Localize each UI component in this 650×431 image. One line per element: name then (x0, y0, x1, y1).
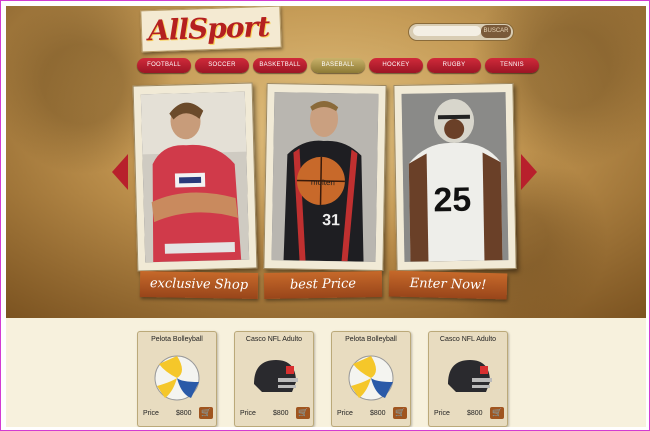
ball-brand-text: molten (311, 178, 335, 187)
price-value: $800 (467, 410, 483, 417)
price-value: $800 (176, 410, 192, 417)
category-nav: FOOTBALL SOCCER BASKETBALL BASEBALL HOCK… (137, 58, 539, 74)
product-title: Casco NFL Adulto (439, 336, 497, 343)
page-frame: AllSport BUSCAR FOOTBALL SOCCER BASKETBA… (0, 0, 650, 431)
price-label: Price (240, 410, 256, 417)
product-section: Pelota Bolleyball Price $800 🛒 Casco NFL… (6, 318, 646, 427)
logo-text: AllSport (147, 9, 270, 48)
product-card[interactable]: Pelota Bolleyball Price $800 🛒 (331, 331, 411, 427)
football-player-photo: 25 (401, 92, 509, 262)
search-button[interactable]: BUSCAR (481, 25, 511, 38)
page-canvas: AllSport BUSCAR FOOTBALL SOCCER BASKETBA… (6, 6, 646, 427)
banner-exclusive-shop[interactable]: exclusive Shop (139, 270, 259, 300)
product-title: Casco NFL Adulto (245, 336, 303, 343)
nav-item-basketball[interactable]: BASKETBALL (253, 58, 307, 73)
hero-section: AllSport BUSCAR FOOTBALL SOCCER BASKETBA… (6, 6, 646, 318)
nav-item-hockey[interactable]: HOCKEY (369, 58, 423, 73)
cart-icon[interactable]: 🛒 (296, 407, 310, 419)
banner-enter-now[interactable]: Enter Now! (388, 270, 508, 300)
helmet-icon (254, 360, 298, 392)
shorts-number: 31 (322, 212, 340, 229)
slider-next-arrow-icon[interactable] (521, 154, 537, 190)
site-logo[interactable]: AllSport (140, 6, 282, 53)
price-label: Price (337, 410, 353, 417)
search-bar: BUSCAR (408, 23, 514, 41)
cart-icon[interactable]: 🛒 (393, 407, 407, 419)
promo-card-basketball[interactable]: molten 31 (263, 82, 387, 272)
nav-item-soccer[interactable]: SOCCER (195, 58, 249, 73)
product-title: Pelota Bolleyball (345, 336, 397, 343)
promo-card-baseball[interactable] (132, 82, 258, 272)
price-label: Price (434, 410, 450, 417)
promo-card-football[interactable]: 25 (393, 82, 517, 272)
jersey-number: 25 (433, 181, 471, 220)
volleyball-icon (348, 355, 394, 401)
nav-item-tennis[interactable]: TENNIS (485, 58, 539, 73)
helmet-icon (448, 360, 492, 392)
volleyball-icon (154, 355, 200, 401)
cart-icon[interactable]: 🛒 (490, 407, 504, 419)
price-label: Price (143, 410, 159, 417)
nav-item-football[interactable]: FOOTBALL (137, 58, 191, 73)
search-input[interactable] (413, 26, 481, 36)
price-value: $800 (273, 410, 289, 417)
nav-item-rugby[interactable]: RUGBY (427, 58, 481, 73)
cart-icon[interactable]: 🛒 (199, 407, 213, 419)
nav-item-baseball[interactable]: BASEBALL (311, 58, 365, 73)
product-card[interactable]: Casco NFL Adulto Price $800 🛒 (234, 331, 314, 427)
product-card[interactable]: Casco NFL Adulto Price $800 🛒 (428, 331, 508, 427)
baseball-player-photo (140, 91, 250, 263)
slider-prev-arrow-icon[interactable] (112, 154, 128, 190)
basketball-player-photo: molten 31 (271, 92, 379, 262)
product-card[interactable]: Pelota Bolleyball Price $800 🛒 (137, 331, 217, 427)
product-title: Pelota Bolleyball (151, 336, 203, 343)
banner-best-price[interactable]: best Price (263, 270, 383, 300)
price-value: $800 (370, 410, 386, 417)
